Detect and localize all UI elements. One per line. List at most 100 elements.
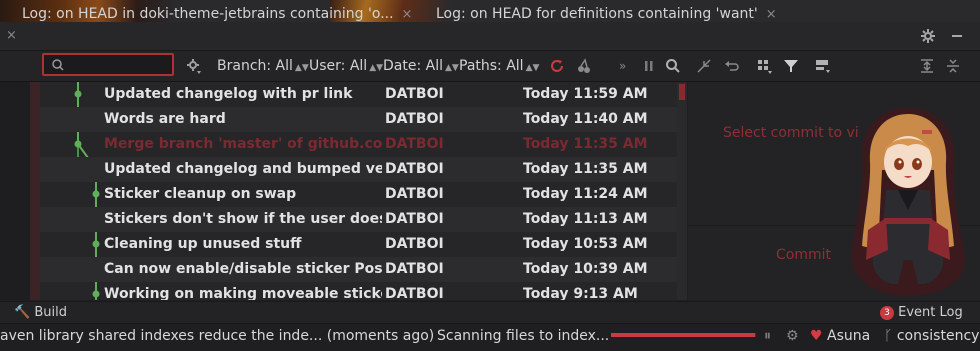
indexing-status: Scanning files to index... <box>437 328 610 344</box>
commit-date: Today 9:13 AM <box>523 286 638 300</box>
theme-indicator[interactable]: ♥ Asuna <box>810 324 870 348</box>
expand-all-icon[interactable] <box>918 57 936 75</box>
search-icon <box>51 57 65 76</box>
commit-author: DATBOI <box>385 161 444 177</box>
commit-author: DATBOI <box>385 186 444 202</box>
pause-icon[interactable] <box>640 57 658 75</box>
undo-icon[interactable] <box>722 57 740 75</box>
commit-message: Stickers don't show if the user doesn't <box>104 211 382 227</box>
log-toolbar: Branch: All ▲▼ User: All ▲▼ Date: All ▲▼ Pa… <box>0 51 980 82</box>
commit-message: Words are hard <box>104 111 226 127</box>
commit-date: Today 10:39 AM <box>523 261 648 277</box>
table-row[interactable]: Updated changelog and bumped versio DATB… <box>40 157 677 182</box>
heart-icon: ♥ <box>810 328 823 344</box>
collapse-graph-icon[interactable] <box>695 57 713 75</box>
table-row[interactable]: Can now enable/disable sticker Positio D… <box>40 257 677 282</box>
commit-message: Updated changelog with pr link <box>104 86 353 102</box>
git-branch-widget[interactable]: ᚴ consistency <box>884 324 979 348</box>
commit-author: DATBOI <box>385 86 444 102</box>
close-icon[interactable]: × <box>402 7 413 22</box>
commit-message: Sticker cleanup on swap <box>104 186 297 202</box>
table-row[interactable]: Cleaning up unused stuff DATBOI Today 10… <box>40 232 677 257</box>
chevron-down-icon: ▲▼ <box>525 63 540 73</box>
user-filter-label: User: All <box>309 58 368 74</box>
paths-filter-label: Paths: All <box>459 58 524 74</box>
layout-options-icon[interactable] <box>814 57 832 75</box>
theme-sticker <box>851 108 965 296</box>
commit-author: DATBOI <box>385 211 444 227</box>
table-row[interactable]: Sticker cleanup on swap DATBOI Today 11:… <box>40 182 677 207</box>
commit-message: Working on making moveable stickers <box>104 286 382 300</box>
tab-label: Log: on HEAD for definitions containing … <box>436 6 758 22</box>
date-filter-label: Date: All <box>383 58 443 74</box>
commit-date: Today 11:24 AM <box>523 186 648 202</box>
table-row[interactable]: Merge branch 'master' of github.com:d DA… <box>40 132 677 157</box>
commit-author: DATBOI <box>385 261 444 277</box>
tab-label: Log: on HEAD in doki-theme-jetbrains con… <box>22 6 394 22</box>
theme-name: Asuna <box>827 328 871 344</box>
event-log-button[interactable]: 3 Event Log <box>880 302 963 324</box>
search-icon[interactable] <box>664 57 682 75</box>
indexing-tasks-icon[interactable]: ⚙ <box>786 324 799 348</box>
commit-author: DATBOI <box>385 286 444 300</box>
event-log-label: Event Log <box>898 305 963 320</box>
close-icon[interactable]: × <box>6 22 17 50</box>
gutter-accent <box>30 82 40 300</box>
build-tool-button[interactable]: 🔨 Build <box>14 302 67 324</box>
chevron-down-icon: ▲▼ <box>369 63 384 73</box>
gear-icon[interactable] <box>920 22 936 50</box>
commit-message: Merge branch 'master' of github.com:d <box>104 136 382 152</box>
commit-author: DATBOI <box>385 136 444 152</box>
branch-filter-label: Branch: All <box>217 58 293 74</box>
commit-author: DATBOI <box>385 111 444 127</box>
left-gutter <box>0 82 40 300</box>
table-row[interactable]: Words are hard DATBOI Today 11:40 AM <box>40 107 677 132</box>
commit-log-table[interactable]: Updated changelog with pr link DATBOI To… <box>40 82 677 300</box>
table-row[interactable]: Working on making moveable stickers DATB… <box>40 282 677 300</box>
commit-details-hint: Commit <box>776 247 831 263</box>
filter-icon[interactable] <box>782 57 800 75</box>
event-count-badge: 3 <box>880 305 894 320</box>
tab-log-head-definitions[interactable]: Log: on HEAD for definitions containing … <box>436 0 777 28</box>
settings-dropdown-icon[interactable] <box>185 57 203 75</box>
indexing-progress-bar <box>611 333 756 337</box>
refresh-icon[interactable] <box>548 57 566 75</box>
date-filter[interactable]: Date: All ▲▼ <box>383 51 459 81</box>
commit-message: Can now enable/disable sticker Positio <box>104 261 382 277</box>
chevron-down-icon: ▲▼ <box>445 63 459 73</box>
hammer-icon: 🔨 <box>14 305 31 320</box>
scrollbar-thumb[interactable] <box>679 84 685 100</box>
collapse-all-icon[interactable] <box>944 57 962 75</box>
search-input[interactable] <box>42 53 174 76</box>
commit-date: Today 11:35 AM <box>523 161 648 177</box>
minimize-icon[interactable] <box>950 22 964 50</box>
commit-message: Updated changelog and bumped versio <box>104 161 382 177</box>
commit-date: Today 11:59 AM <box>523 86 648 102</box>
branch-filter[interactable]: Branch: All ▲▼ <box>217 51 309 81</box>
vertical-scrollbar[interactable] <box>677 82 687 300</box>
commit-date: Today 11:40 AM <box>523 111 648 127</box>
user-filter[interactable]: User: All ▲▼ <box>309 51 383 81</box>
table-row[interactable]: Stickers don't show if the user doesn't … <box>40 207 677 232</box>
commit-date: Today 11:13 AM <box>523 211 648 227</box>
indexing-progress-fill <box>611 333 755 337</box>
commit-author: DATBOI <box>385 236 444 252</box>
status-bar: aven library shared indexes reduce the i… <box>0 323 980 351</box>
chevron-down-icon: ▲▼ <box>294 63 309 73</box>
commit-message: Cleaning up unused stuff <box>104 236 302 252</box>
branch-icon: ᚴ <box>884 328 893 344</box>
paths-filter[interactable]: Paths: All ▲▼ <box>459 51 539 81</box>
commit-date: Today 10:53 AM <box>523 236 648 252</box>
status-message[interactable]: aven library shared indexes reduce the i… <box>0 324 434 348</box>
commit-date: Today 11:35 AM <box>523 136 648 152</box>
branch-name: consistency <box>896 328 980 344</box>
more-icon[interactable]: » <box>619 51 626 81</box>
close-icon[interactable]: × <box>766 7 777 22</box>
build-label: Build <box>34 305 67 320</box>
cherry-pick-icon[interactable] <box>575 57 593 75</box>
tab-log-head-doki-theme[interactable]: Log: on HEAD in doki-theme-jetbrains con… <box>22 0 412 28</box>
table-row[interactable]: Updated changelog with pr link DATBOI To… <box>40 82 677 107</box>
grid-options-icon[interactable] <box>755 57 773 75</box>
pause-icon[interactable]: ⏸ <box>764 324 771 348</box>
tool-window-strip: 🔨 Build 3 Event Log <box>0 301 980 324</box>
